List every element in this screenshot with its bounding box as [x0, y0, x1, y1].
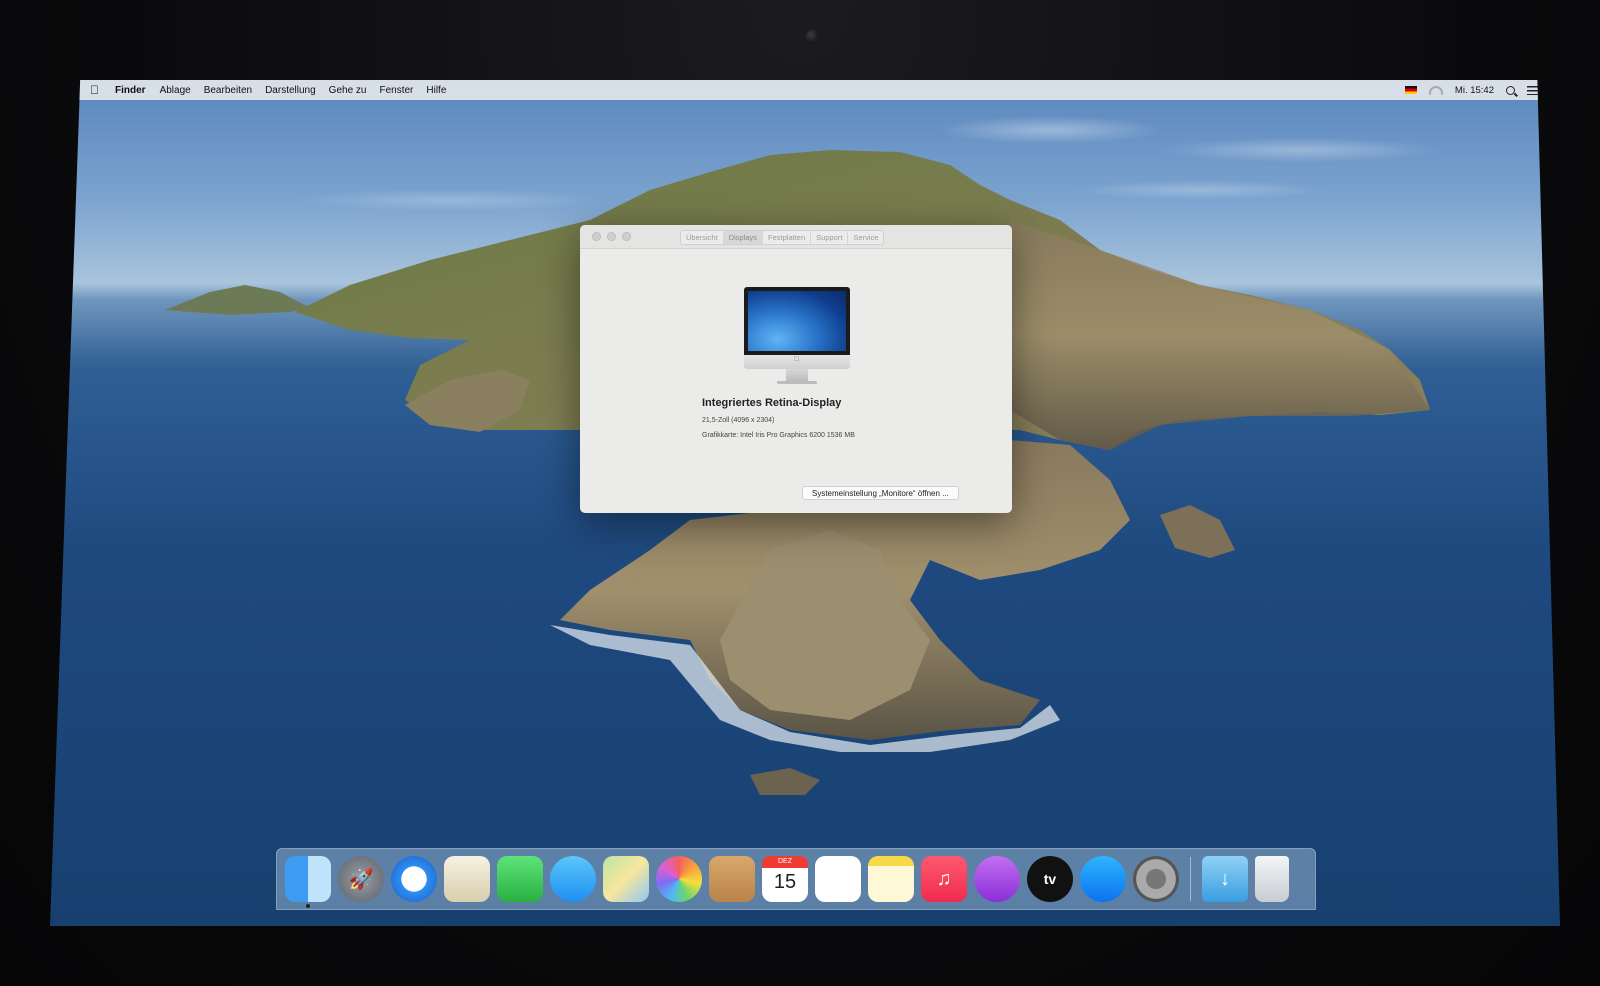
open-displays-preferences-button[interactable]: Systemeinstellung „Monitore“ öffnen ...	[802, 486, 959, 500]
contacts-icon[interactable]	[709, 856, 755, 902]
distant-headland	[165, 285, 310, 315]
menu-fenster[interactable]: Fenster	[379, 85, 413, 96]
safari-icon[interactable]	[391, 856, 437, 902]
menu-gehe-zu[interactable]: Gehe zu	[329, 85, 367, 96]
tab-support[interactable]: Support	[811, 231, 849, 244]
running-indicator	[306, 904, 310, 908]
input-source-flag-icon[interactable]	[1404, 86, 1417, 94]
menu-finder[interactable]: Finder	[115, 85, 146, 96]
music-icon[interactable]: ♫	[921, 856, 967, 902]
messages-icon[interactable]	[550, 856, 596, 902]
photos-icon[interactable]	[656, 856, 702, 902]
podcasts-icon[interactable]	[974, 856, 1020, 902]
menu-bar-status: Mi. 15:42	[1404, 80, 1538, 100]
notification-center-icon[interactable]	[1527, 85, 1538, 95]
reminders-icon[interactable]	[815, 856, 861, 902]
apple-tv-icon[interactable]: tv	[1027, 856, 1073, 902]
wifi-icon[interactable]	[1428, 85, 1443, 95]
graphics-card-info: Grafikkarte: Intel Iris Pro Graphics 620…	[702, 432, 855, 439]
spotlight-search-icon[interactable]	[1506, 85, 1515, 95]
maps-icon[interactable]	[603, 856, 649, 902]
menu-clock[interactable]: Mi. 15:42	[1455, 85, 1494, 96]
tab-displays[interactable]: Displays	[723, 231, 764, 244]
camera-icon	[806, 30, 818, 42]
trash-icon[interactable]	[1255, 856, 1289, 902]
menu-ablage[interactable]: Ablage	[160, 85, 191, 96]
calendar-day: 15	[773, 871, 797, 893]
zoom-window-icon[interactable]	[622, 232, 631, 241]
tab-uebersicht[interactable]: Übersicht	[681, 231, 724, 244]
apple-menu-icon[interactable]: 	[90, 83, 99, 97]
calendar-month: DEZ	[762, 856, 808, 868]
menu-bar:  Finder Ablage Bearbeiten Darstellung G…	[50, 80, 1560, 100]
tab-bar: Übersicht Displays Festplatten Support S…	[680, 230, 885, 245]
window-controls	[592, 232, 631, 241]
system-preferences-icon[interactable]	[1133, 856, 1179, 902]
display-name: Integriertes Retina-Display	[702, 397, 842, 409]
monitor-bezel:  Finder Ablage Bearbeiten Darstellung G…	[0, 0, 1600, 986]
window-titlebar[interactable]: Übersicht Displays Festplatten Support S…	[580, 225, 1012, 249]
menu-hilfe[interactable]: Hilfe	[426, 85, 446, 96]
tv-label: tv	[1043, 871, 1057, 887]
dock-separator	[1190, 857, 1191, 901]
finder-icon[interactable]	[285, 856, 331, 908]
calendar-icon[interactable]: DEZ 15	[762, 856, 808, 902]
tab-festplatten[interactable]: Festplatten	[763, 231, 812, 244]
screen:  Finder Ablage Bearbeiten Darstellung G…	[50, 80, 1560, 926]
imac-display-image	[744, 287, 850, 384]
about-this-mac-window: Übersicht Displays Festplatten Support S…	[580, 225, 1012, 513]
facetime-icon[interactable]	[497, 856, 543, 902]
menu-darstellung[interactable]: Darstellung	[265, 85, 316, 96]
tab-service[interactable]: Service	[848, 231, 884, 244]
display-size: 21,5-Zoll (4096 x 2304)	[702, 417, 775, 424]
dock: 🚀 DEZ 15 ♫ tv ↓	[276, 848, 1316, 910]
notes-icon[interactable]	[868, 856, 914, 902]
menu-bearbeiten[interactable]: Bearbeiten	[204, 85, 252, 96]
minimize-window-icon[interactable]	[607, 232, 616, 241]
close-window-icon[interactable]	[592, 232, 601, 241]
downloads-folder-icon[interactable]: ↓	[1202, 856, 1248, 902]
mail-icon[interactable]	[444, 856, 490, 902]
launchpad-icon[interactable]: 🚀	[338, 856, 384, 902]
app-store-icon[interactable]	[1080, 856, 1126, 902]
